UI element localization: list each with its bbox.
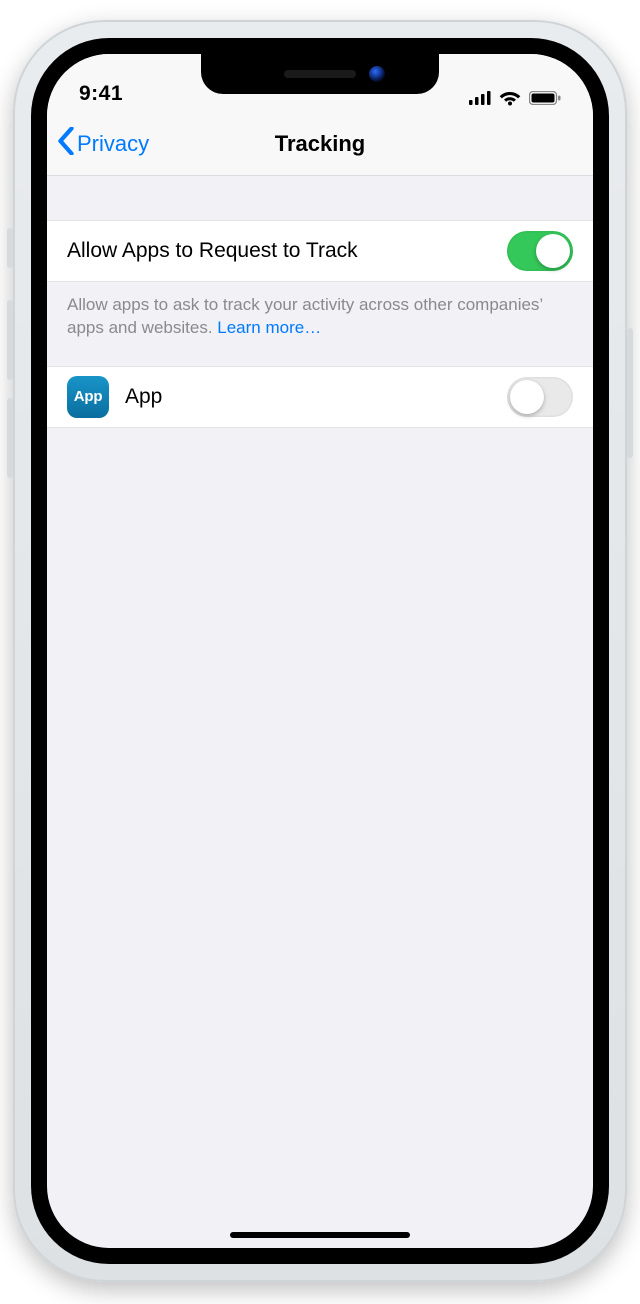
screen: 9:41 (47, 54, 593, 1248)
app-icon: App (67, 376, 109, 418)
power-button (627, 328, 633, 458)
phone-frame: 9:41 (13, 20, 627, 1282)
status-time: 9:41 (79, 82, 123, 106)
notch (201, 54, 439, 94)
learn-more-link[interactable]: Learn more… (217, 318, 321, 337)
allow-tracking-toggle[interactable] (507, 231, 573, 271)
settings-content: Allow Apps to Request to Track Allow app… (47, 176, 593, 428)
volume-up (7, 300, 13, 380)
front-camera (369, 66, 385, 82)
app-tracking-cell: App App (47, 366, 593, 428)
wifi-icon (499, 90, 521, 106)
bezel: 9:41 (31, 38, 609, 1264)
home-indicator[interactable] (230, 1232, 410, 1238)
battery-icon (529, 91, 561, 105)
nav-bar: Privacy Tracking (47, 112, 593, 176)
back-button[interactable]: Privacy (57, 127, 149, 161)
allow-tracking-cell: Allow Apps to Request to Track (47, 220, 593, 282)
allow-tracking-label: Allow Apps to Request to Track (67, 239, 358, 263)
speaker (284, 70, 356, 78)
app-name: App (125, 385, 162, 409)
allow-tracking-footer: Allow apps to ask to track your activity… (47, 282, 593, 366)
volume-down (7, 398, 13, 478)
back-label: Privacy (77, 131, 149, 157)
mute-switch (7, 228, 13, 268)
cellular-icon (469, 91, 491, 105)
status-icons (469, 90, 561, 106)
page-title: Tracking (275, 131, 365, 157)
section-spacer (47, 176, 593, 220)
app-tracking-toggle[interactable] (507, 377, 573, 417)
chevron-left-icon (57, 127, 75, 161)
